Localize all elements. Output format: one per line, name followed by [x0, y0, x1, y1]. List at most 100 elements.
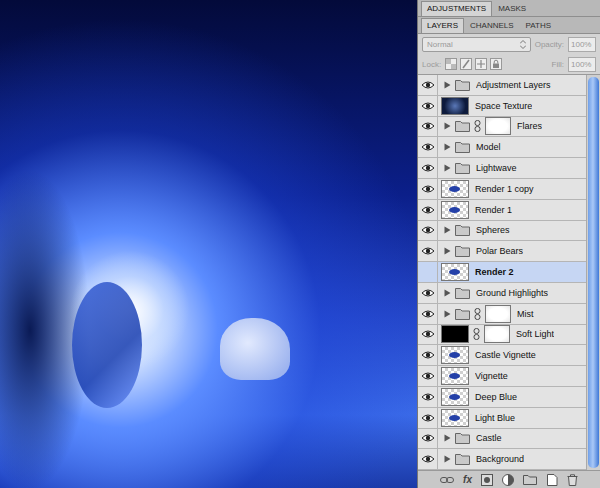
layer-tab[interactable]: PATHS — [520, 18, 557, 33]
visibility-toggle[interactable] — [418, 158, 438, 178]
visibility-toggle[interactable] — [418, 75, 438, 95]
layer-row[interactable]: Model — [418, 137, 586, 158]
chain-link-icon[interactable] — [473, 328, 480, 340]
expand-arrow-icon[interactable] — [444, 247, 451, 255]
layers-panel: ADJUSTMENTSMASKSLAYERSCHANNELSPATHSNorma… — [417, 0, 600, 488]
layer-thumbnail — [441, 388, 469, 406]
visibility-toggle[interactable] — [418, 429, 438, 449]
layer-row[interactable]: Render 1 — [418, 200, 586, 221]
new-layer-icon[interactable] — [546, 474, 558, 486]
visibility-toggle[interactable] — [418, 179, 438, 199]
layer-row[interactable]: Lightwave — [418, 158, 586, 179]
layer-row[interactable]: Render 1 copy — [418, 179, 586, 200]
visibility-toggle[interactable] — [418, 449, 438, 469]
lock-all-icon[interactable] — [490, 58, 502, 70]
eye-icon — [421, 350, 435, 360]
layer-name: Ground Highlights — [476, 288, 548, 298]
trash-icon[interactable] — [567, 474, 578, 486]
visibility-toggle[interactable] — [418, 387, 438, 407]
expand-arrow-icon[interactable] — [444, 143, 451, 151]
fill-field[interactable]: 100% — [568, 57, 596, 72]
eye-icon — [421, 392, 435, 402]
add-mask-icon[interactable] — [481, 474, 493, 486]
layer-content: Model — [438, 137, 586, 157]
layer-content: Adjustment Layers — [438, 75, 586, 95]
layer-row[interactable]: Mist — [418, 304, 586, 325]
layer-name: Castle — [476, 433, 502, 443]
scrollbar[interactable] — [586, 75, 600, 470]
scroll-thumb[interactable] — [588, 77, 599, 468]
expand-arrow-icon[interactable] — [444, 122, 451, 130]
visibility-toggle[interactable] — [418, 325, 438, 345]
visibility-toggle[interactable] — [418, 283, 438, 303]
opacity-field[interactable]: 100% — [568, 37, 596, 52]
mask-thumbnail[interactable] — [485, 117, 511, 135]
layer-row[interactable]: Polar Bears — [418, 241, 586, 262]
expand-arrow-icon[interactable] — [444, 226, 451, 234]
eye-icon — [421, 80, 435, 90]
mask-thumbnail[interactable] — [485, 305, 511, 323]
blend-row: NormalOpacity:100% — [418, 34, 600, 54]
lock-transparent-icon[interactable] — [445, 58, 457, 70]
layer-name: Space Texture — [475, 101, 532, 111]
layer-row[interactable]: Deep Blue — [418, 387, 586, 408]
folder-icon — [455, 162, 470, 174]
expand-arrow-icon[interactable] — [444, 310, 451, 318]
layer-row[interactable]: Soft Light — [418, 325, 586, 346]
mask-thumbnail[interactable] — [484, 325, 510, 343]
layer-name: Background — [476, 454, 524, 464]
link-layers-icon[interactable] — [440, 475, 454, 485]
layer-content: Render 1 — [438, 200, 586, 220]
layers-footer: fx — [418, 470, 600, 488]
layer-tab[interactable]: LAYERS — [421, 18, 464, 33]
layer-row[interactable]: Castle — [418, 429, 586, 450]
layer-row[interactable]: Castle Vignette — [418, 345, 586, 366]
lock-move-icon[interactable] — [475, 58, 487, 70]
layer-name: Castle Vignette — [475, 350, 536, 360]
layer-row[interactable]: Background — [418, 449, 586, 470]
layer-row[interactable]: Ground Highlights — [418, 283, 586, 304]
visibility-toggle[interactable] — [418, 366, 438, 386]
panel-tab[interactable]: ADJUSTMENTS — [421, 1, 492, 16]
visibility-toggle[interactable] — [418, 137, 438, 157]
layer-row[interactable]: Render 2 — [418, 262, 586, 283]
chain-link-icon[interactable] — [474, 308, 481, 320]
visibility-toggle[interactable] — [418, 262, 438, 282]
expand-arrow-icon[interactable] — [444, 455, 451, 463]
photoshop-window: ADJUSTMENTSMASKSLAYERSCHANNELSPATHSNorma… — [0, 0, 600, 488]
visibility-toggle[interactable] — [418, 221, 438, 241]
panel-tab[interactable]: MASKS — [492, 1, 532, 16]
fx-button[interactable]: fx — [463, 475, 472, 485]
layer-content: Mist — [438, 304, 586, 324]
expand-arrow-icon[interactable] — [444, 434, 451, 442]
visibility-toggle[interactable] — [418, 96, 438, 116]
visibility-toggle[interactable] — [418, 117, 438, 137]
expand-arrow-icon[interactable] — [444, 164, 451, 172]
eye-icon — [421, 225, 435, 235]
layer-name: Render 2 — [475, 267, 514, 277]
layer-row[interactable]: Light Blue — [418, 408, 586, 429]
layer-row[interactable]: Space Texture — [418, 96, 586, 117]
blend-mode-select[interactable]: Normal — [422, 37, 531, 52]
visibility-toggle[interactable] — [418, 408, 438, 428]
chain-link-icon[interactable] — [474, 120, 481, 132]
new-group-icon[interactable] — [523, 474, 537, 485]
visibility-toggle[interactable] — [418, 345, 438, 365]
expand-arrow-icon[interactable] — [444, 289, 451, 297]
lock-brush-icon[interactable] — [460, 58, 472, 70]
visibility-toggle[interactable] — [418, 200, 438, 220]
layer-content: Light Blue — [438, 408, 586, 428]
layer-row[interactable]: Adjustment Layers — [418, 75, 586, 96]
visibility-toggle[interactable] — [418, 241, 438, 261]
layer-name: Light Blue — [475, 413, 515, 423]
visibility-toggle[interactable] — [418, 304, 438, 324]
adjustment-layer-icon[interactable] — [502, 474, 514, 486]
layer-row[interactable]: Vignette — [418, 366, 586, 387]
expand-arrow-icon[interactable] — [444, 81, 451, 89]
eye-icon — [421, 142, 435, 152]
layer-tab[interactable]: CHANNELS — [464, 18, 520, 33]
layer-row[interactable]: Flares — [418, 117, 586, 138]
folder-icon — [455, 308, 470, 320]
layer-content: Render 2 — [438, 262, 586, 282]
layer-row[interactable]: Spheres — [418, 221, 586, 242]
